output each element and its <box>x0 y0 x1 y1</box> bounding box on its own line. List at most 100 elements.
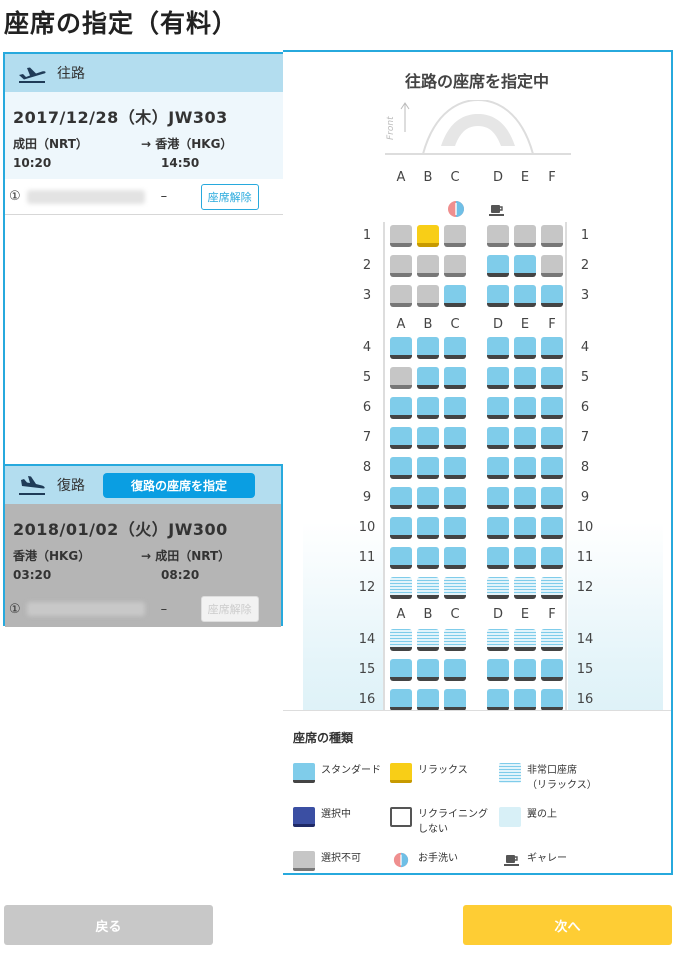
seat-8e[interactable] <box>514 457 536 479</box>
seat-12a[interactable] <box>390 577 412 599</box>
seat-7e[interactable] <box>514 427 536 449</box>
legend-norecline-2: しない <box>418 824 448 835</box>
seat-9d[interactable] <box>487 487 509 509</box>
seat-16a[interactable] <box>390 689 412 711</box>
return-card[interactable]: 復路 復路の座席を指定 2018/01/02（火）JW300 香港（HKG） →… <box>3 464 283 627</box>
seat-7c[interactable] <box>444 427 466 449</box>
seat-15a[interactable] <box>390 659 412 681</box>
outbound-arr-time: 14:50 <box>161 156 200 170</box>
seat-11d[interactable] <box>487 547 509 569</box>
seat-7b[interactable] <box>417 427 439 449</box>
seat-15e[interactable] <box>514 659 536 681</box>
seat-2d[interactable] <box>487 255 509 277</box>
seat-10f[interactable] <box>541 517 563 539</box>
return-from: 香港（HKG） <box>13 549 91 563</box>
seat-10d[interactable] <box>487 517 509 539</box>
seat-14d[interactable] <box>487 629 509 651</box>
seat-12e[interactable] <box>514 577 536 599</box>
return-header: 復路 復路の座席を指定 <box>5 466 281 504</box>
seat-12b[interactable] <box>417 577 439 599</box>
seat-9f[interactable] <box>541 487 563 509</box>
seat-4e[interactable] <box>514 337 536 359</box>
seat-14e[interactable] <box>514 629 536 651</box>
legend-selected-swatch <box>293 807 315 827</box>
seat-12c[interactable] <box>444 577 466 599</box>
seat-15b[interactable] <box>417 659 439 681</box>
seat-6b[interactable] <box>417 397 439 419</box>
seat-9a[interactable] <box>390 487 412 509</box>
column-letter-e: E <box>520 607 530 622</box>
seat-4b[interactable] <box>417 337 439 359</box>
seat-12d[interactable] <box>487 577 509 599</box>
seat-4d[interactable] <box>487 337 509 359</box>
seat-14f[interactable] <box>541 629 563 651</box>
seat-15f[interactable] <box>541 659 563 681</box>
seat-11a[interactable] <box>390 547 412 569</box>
seat-5c[interactable] <box>444 367 466 389</box>
seat-9e[interactable] <box>514 487 536 509</box>
seat-6d[interactable] <box>487 397 509 419</box>
seat-3a <box>390 285 412 307</box>
legend-galley-icon <box>504 855 519 866</box>
seat-16e[interactable] <box>514 689 536 711</box>
seat-3c[interactable] <box>444 285 466 307</box>
seat-10a[interactable] <box>390 517 412 539</box>
seat-7d[interactable] <box>487 427 509 449</box>
seat-16f[interactable] <box>541 689 563 711</box>
outbound-release-seat-button[interactable]: 座席解除 <box>200 183 259 210</box>
seat-5f[interactable] <box>541 367 563 389</box>
seat-6f[interactable] <box>541 397 563 419</box>
seat-3d[interactable] <box>487 285 509 307</box>
legend-galley: ギャレー <box>527 853 567 864</box>
seat-15d[interactable] <box>487 659 509 681</box>
seat-11f[interactable] <box>541 547 563 569</box>
seat-8a[interactable] <box>390 457 412 479</box>
seat-12f[interactable] <box>541 577 563 599</box>
outbound-card[interactable]: 往路 2017/12/28（木）JW303 成田（NRT） → 香港（HKG） … <box>3 52 283 464</box>
seat-10b[interactable] <box>417 517 439 539</box>
next-button[interactable]: 次へ <box>463 905 672 945</box>
seat-legend: 座席の種類 スタンダード リラックス 非常口座席 （リラックス） 選択中 リクラ… <box>283 710 671 873</box>
back-button[interactable]: 戻る <box>4 905 213 945</box>
seat-16d[interactable] <box>487 689 509 711</box>
seat-5b[interactable] <box>417 367 439 389</box>
seat-4c[interactable] <box>444 337 466 359</box>
seat-14b[interactable] <box>417 629 439 651</box>
select-return-seat-button[interactable]: 復路の座席を指定 <box>103 472 256 498</box>
seat-6a[interactable] <box>390 397 412 419</box>
seat-8f[interactable] <box>541 457 563 479</box>
seat-4f[interactable] <box>541 337 563 359</box>
seat-8d[interactable] <box>487 457 509 479</box>
seat-1b[interactable] <box>417 225 439 247</box>
seat-9b[interactable] <box>417 487 439 509</box>
seat-8b[interactable] <box>417 457 439 479</box>
seat-7f[interactable] <box>541 427 563 449</box>
seat-15c[interactable] <box>444 659 466 681</box>
seat-11c[interactable] <box>444 547 466 569</box>
seat-16b[interactable] <box>417 689 439 711</box>
seat-9c[interactable] <box>444 487 466 509</box>
row-number-5-left: 5 <box>362 370 372 385</box>
row-number-10-left: 10 <box>358 520 376 535</box>
seat-11e[interactable] <box>514 547 536 569</box>
page-title: 座席の指定（有料） <box>4 9 239 38</box>
seat-14c[interactable] <box>444 629 466 651</box>
seat-6e[interactable] <box>514 397 536 419</box>
seat-10c[interactable] <box>444 517 466 539</box>
seat-16c[interactable] <box>444 689 466 711</box>
seat-6c[interactable] <box>444 397 466 419</box>
seat-3f[interactable] <box>541 285 563 307</box>
seat-5d[interactable] <box>487 367 509 389</box>
seat-7a[interactable] <box>390 427 412 449</box>
seat-1d <box>487 225 509 247</box>
seat-10e[interactable] <box>514 517 536 539</box>
seat-2e[interactable] <box>514 255 536 277</box>
seat-14a[interactable] <box>390 629 412 651</box>
seat-5e[interactable] <box>514 367 536 389</box>
seat-11b[interactable] <box>417 547 439 569</box>
seat-3e[interactable] <box>514 285 536 307</box>
seat-8c[interactable] <box>444 457 466 479</box>
return-release-seat-button[interactable]: 座席解除 <box>200 596 259 622</box>
row-number-12-right: 12 <box>576 580 594 595</box>
seat-4a[interactable] <box>390 337 412 359</box>
